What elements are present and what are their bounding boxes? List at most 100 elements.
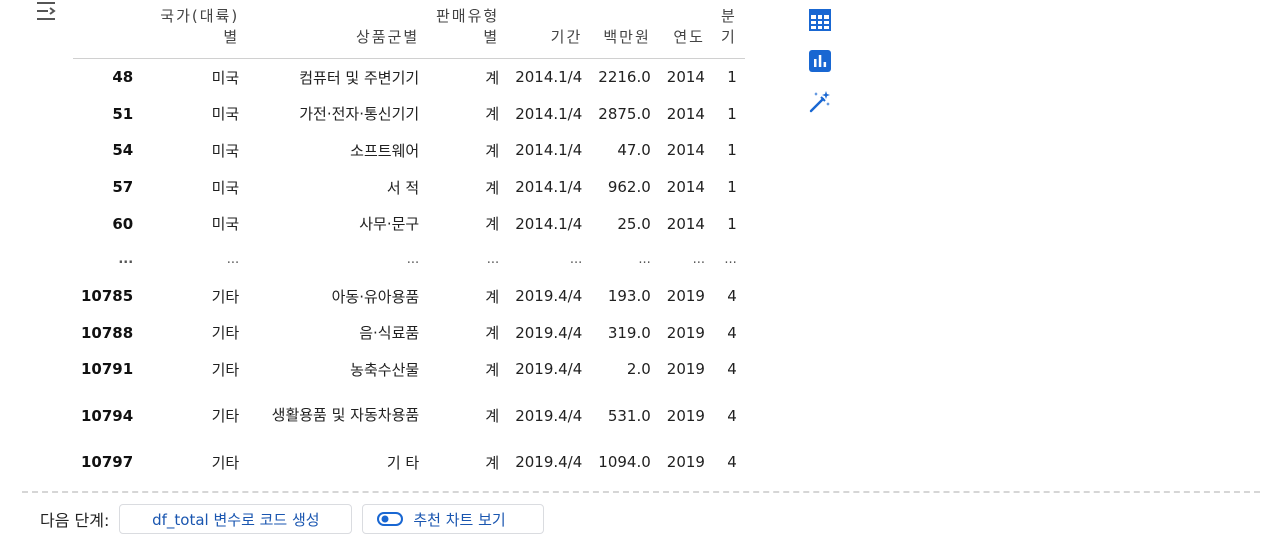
cell-sales-type: 계 — [485, 178, 500, 197]
cell-year: 2019 — [666, 453, 705, 472]
cell-product: 음·식료품 — [359, 324, 420, 343]
cell-product: 사무·문구 — [359, 215, 420, 234]
table-row: 10788 기타 음·식료품 계 2019.4/4 319.0 2019 4 — [73, 315, 745, 352]
cell-million-won: 2216.0 — [598, 68, 651, 87]
cell-year: 2014 — [666, 68, 705, 87]
column-header-sales-type: 판매유형별 — [427, 0, 508, 59]
cell-country: 미국 — [211, 178, 240, 197]
cell-sales-type: 계 — [485, 407, 500, 426]
row-index: 10791 — [81, 360, 134, 379]
cell-million-won: 319.0 — [607, 323, 651, 342]
cell-product: 아동·유아용품 — [331, 287, 420, 306]
cell-quarter: 1 — [727, 141, 737, 160]
table-header-row: 국가(대륙)별 상품군별 판매유형별 기간 백만원 연도 분기 — [73, 0, 745, 59]
cell-product: 가전·전자·통신기기 — [299, 105, 420, 124]
cell-year: 2014 — [666, 141, 705, 160]
cell-period: 2019.4/4 — [515, 287, 583, 306]
cell-million-won: ... — [638, 252, 651, 268]
output-side-toolbar — [808, 8, 832, 131]
cell-million-won: 1094.0 — [598, 453, 651, 472]
cell-country: 기타 — [211, 360, 240, 379]
generate-code-button[interactable]: df_total 변수로 코드 생성 — [119, 504, 353, 534]
cell-year: 2019 — [666, 360, 705, 379]
cell-million-won: 193.0 — [607, 287, 651, 306]
cell-country: 기타 — [211, 324, 240, 343]
row-index: 54 — [112, 141, 134, 160]
generate-code-button-label: df_total 변수로 코드 생성 — [152, 510, 320, 529]
cell-country: 미국 — [211, 215, 240, 234]
cell-sales-type: 계 — [485, 360, 500, 379]
column-header-million-won: 백만원 — [590, 0, 659, 59]
table-row: 10794 기타 생활용품 및 자동차용품 계 2019.4/4 531.0 2… — [73, 388, 745, 444]
cell-country: ... — [226, 252, 240, 268]
cell-quarter: 4 — [727, 406, 737, 425]
cell-sales-type: 계 — [485, 287, 500, 306]
cell-million-won: 2875.0 — [598, 104, 651, 123]
row-index: 48 — [112, 68, 134, 87]
column-header-product: 상품군별 — [247, 0, 428, 59]
row-index: 10785 — [81, 287, 134, 306]
cell-quarter: 4 — [727, 453, 737, 472]
cell-sales-type: 계 — [485, 105, 500, 124]
cell-quarter: 1 — [727, 178, 737, 197]
cell-country: 미국 — [211, 68, 240, 87]
table-row: 10797 기타 기 타 계 2019.4/4 1094.0 2019 4 — [73, 444, 745, 481]
cell-year: 2019 — [666, 323, 705, 342]
output-toggle-icon[interactable] — [32, 0, 60, 26]
cell-sales-type: 계 — [485, 453, 500, 472]
table-row: 10785 기타 아동·유아용품 계 2019.4/4 193.0 2019 4 — [73, 278, 745, 315]
table-row: 60 미국 사무·문구 계 2014.1/4 25.0 2014 1 — [73, 205, 745, 242]
table-row-ellipsis: ... ... ... ... ... ... ... ... — [73, 242, 745, 278]
cell-period: 2019.4/4 — [515, 453, 583, 472]
cell-quarter: 4 — [727, 287, 737, 306]
cell-sales-type: 계 — [485, 324, 500, 343]
column-header-period: 기간 — [507, 0, 591, 59]
cell-product: ... — [406, 252, 420, 268]
cell-product: 서 적 — [386, 178, 420, 197]
row-index: 51 — [112, 104, 134, 123]
cell-country: 미국 — [211, 141, 240, 160]
cell-million-won: 531.0 — [607, 406, 651, 425]
cell-sales-type: 계 — [485, 68, 500, 87]
cell-sales-type: 계 — [485, 141, 500, 160]
dataframe-table: 국가(대륙)별 상품군별 판매유형별 기간 백만원 연도 분기 48 미국 컴퓨… — [73, 0, 787, 480]
row-index: 57 — [112, 178, 134, 197]
cell-quarter: 1 — [727, 104, 737, 123]
recommended-chart-button[interactable]: 추천 차트 보기 — [362, 504, 545, 534]
row-index: 60 — [112, 214, 134, 233]
cell-year: 2014 — [666, 178, 705, 197]
next-steps-bar: 다음 단계: df_total 변수로 코드 생성 추천 차트 보기 — [40, 503, 545, 535]
toggle-icon — [377, 512, 404, 526]
magic-wand-icon[interactable] — [808, 90, 832, 114]
cell-period: 2014.1/4 — [515, 68, 583, 87]
cell-country: 기타 — [211, 287, 240, 306]
column-header-index — [73, 0, 142, 59]
cell-country: 기타 — [211, 407, 240, 426]
cell-million-won: 25.0 — [617, 214, 651, 233]
row-index: 10794 — [81, 406, 134, 425]
cell-year: 2019 — [666, 406, 705, 425]
cell-quarter: 1 — [727, 214, 737, 233]
cell-quarter: ... — [724, 252, 737, 268]
row-index: 10797 — [81, 453, 134, 472]
table-row: 10791 기타 농축수산물 계 2019.4/4 2.0 2019 4 — [73, 351, 745, 388]
cell-year: ... — [692, 252, 705, 268]
row-index: 10788 — [81, 323, 134, 342]
cell-product: 생활용품 및 자동차용품 — [271, 406, 420, 425]
cell-million-won: 962.0 — [607, 178, 651, 197]
column-header-quarter: 분기 — [712, 0, 745, 59]
bar-chart-icon[interactable] — [808, 49, 832, 73]
cell-product: 농축수산물 — [350, 360, 420, 379]
cell-product: 기 타 — [386, 453, 420, 472]
cell-period: 2014.1/4 — [515, 178, 583, 197]
cell-product: 소프트웨어 — [350, 141, 420, 160]
cell-period: 2019.4/4 — [515, 360, 583, 379]
cell-quarter: 4 — [727, 323, 737, 342]
cell-country: 기타 — [211, 453, 240, 472]
column-header-country: 국가(대륙)별 — [141, 0, 248, 59]
cell-year: 2014 — [666, 104, 705, 123]
cell-period: 2014.1/4 — [515, 141, 583, 160]
table-icon[interactable] — [808, 8, 832, 32]
table-row: 57 미국 서 적 계 2014.1/4 962.0 2014 1 — [73, 169, 745, 206]
next-steps-label: 다음 단계: — [40, 511, 110, 530]
